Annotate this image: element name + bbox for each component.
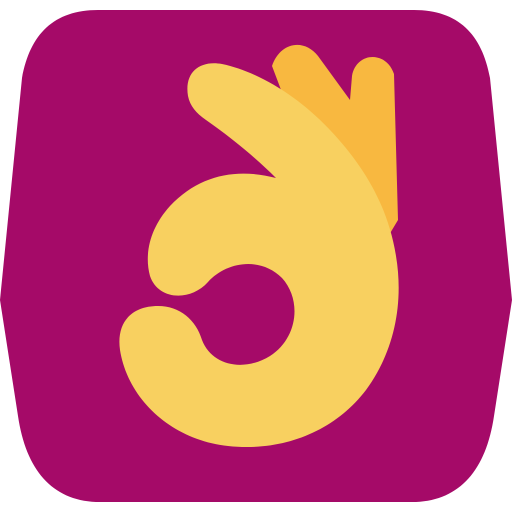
app-icon [0,0,512,512]
ok-hand-icon [0,10,512,502]
